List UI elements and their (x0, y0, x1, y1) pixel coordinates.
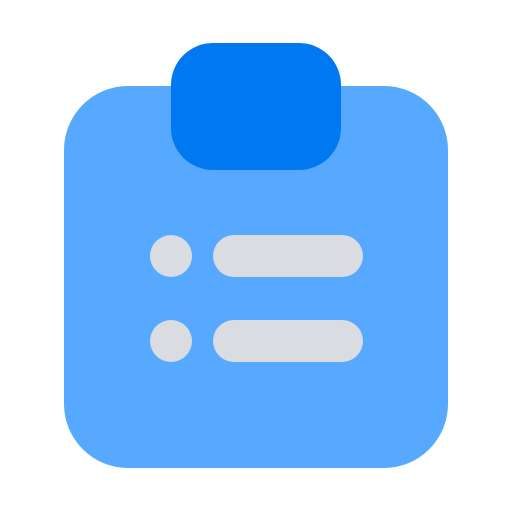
icon-canvas (0, 0, 512, 512)
list-row-2 (150, 320, 363, 362)
clipboard-clip (171, 43, 341, 170)
list-line (213, 235, 363, 277)
list-row-1 (150, 235, 363, 277)
list-bullet (150, 235, 192, 277)
clipboard-list-icon (64, 43, 448, 468)
list-bullet (150, 320, 192, 362)
list-line (213, 320, 363, 362)
